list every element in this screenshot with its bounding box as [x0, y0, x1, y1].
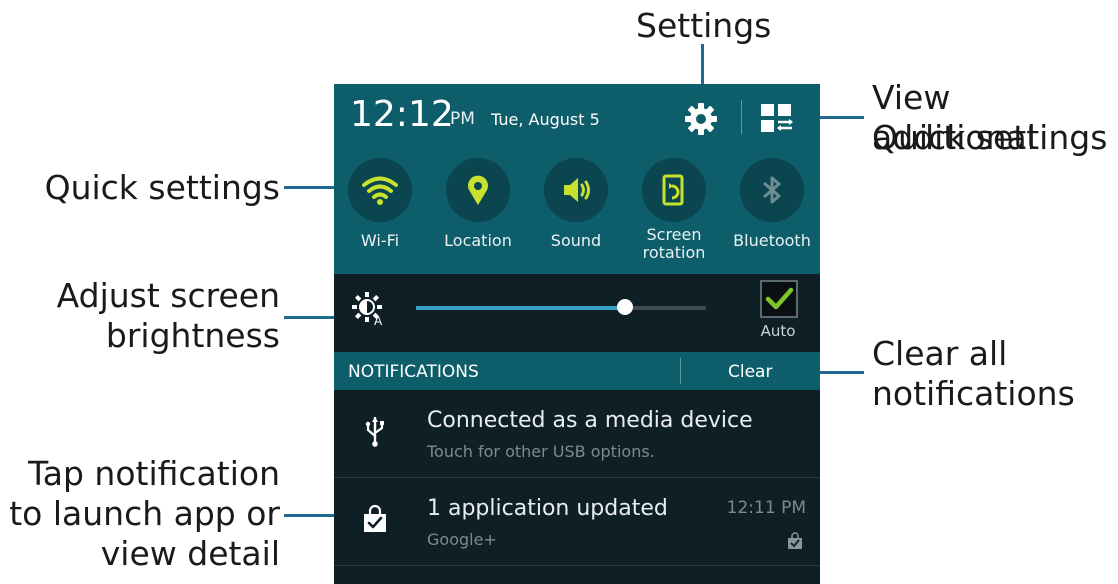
- quick-setting-label: Location: [444, 231, 512, 250]
- quick-setting-screen-rotation[interactable]: Screen rotation: [628, 152, 720, 262]
- shopping-bag-small-icon: [788, 532, 802, 549]
- gear-icon[interactable]: [684, 102, 718, 136]
- shopping-bag-check-icon: [364, 504, 386, 532]
- notification-subtitle: Touch for other USB options.: [427, 442, 655, 461]
- quick-setting-label-line2: rotation: [642, 243, 706, 262]
- status-bar: 12:12 PM Tue, August 5: [334, 84, 820, 148]
- callout-adjust-brightness-line2: brightness: [105, 316, 280, 355]
- wifi-icon: [348, 158, 412, 222]
- callout-tap-notification-line1: Tap notification: [28, 454, 280, 493]
- brightness-row: A Auto: [334, 274, 820, 352]
- notification-item-app-updated[interactable]: 1 application updated Google+ 12:11 PM: [334, 478, 820, 566]
- callout-tap-notification-line2: to launch app or: [9, 494, 280, 533]
- usb-icon: [365, 417, 384, 447]
- quick-settings-row: Wi-Fi Location Sound Screen rotation Blu…: [334, 148, 820, 274]
- auto-brightness-label: Auto: [760, 322, 796, 340]
- brightness-slider[interactable]: [416, 299, 706, 315]
- callout-clear-all-line2: notifications: [872, 374, 1075, 413]
- grid-edit-icon[interactable]: [759, 101, 795, 135]
- bluetooth-icon: [740, 158, 804, 222]
- callout-settings: Settings: [636, 6, 772, 45]
- quick-setting-sound[interactable]: Sound: [530, 158, 622, 250]
- clock-date: Tue, August 5: [491, 110, 600, 129]
- quick-setting-location[interactable]: Location: [432, 158, 524, 250]
- auto-brightness-checkbox[interactable]: [760, 280, 798, 318]
- notifications-header: NOTIFICATIONS Clear: [334, 352, 820, 390]
- quick-setting-label: Sound: [550, 231, 602, 250]
- callout-adjust-brightness-line1: Adjust screen: [56, 276, 280, 315]
- clear-notifications-button[interactable]: Clear: [728, 362, 772, 382]
- callout-quick-settings: Quick settings: [44, 168, 280, 207]
- callout-clear-all-line1: Clear all: [872, 334, 1008, 373]
- notification-title: Connected as a media device: [427, 408, 753, 433]
- checkmark-icon: [765, 287, 794, 310]
- status-divider: [741, 100, 742, 134]
- brightness-slider-thumb[interactable]: [616, 299, 633, 315]
- quick-setting-label: Screen: [646, 225, 702, 244]
- brightness-auto-icon: A: [352, 292, 383, 326]
- clock-ampm: PM: [450, 109, 475, 129]
- location-pin-icon: [446, 158, 510, 222]
- notification-panel: 12:12 PM Tue, August 5 Wi-Fi Location So…: [334, 84, 820, 584]
- sound-icon: [544, 158, 608, 222]
- brightness-slider-fill: [416, 306, 625, 310]
- notification-subtitle: Google+: [427, 530, 497, 549]
- callout-view-additional-line2: Quick settings: [872, 118, 1108, 157]
- svg-text:A: A: [374, 314, 383, 326]
- quick-setting-label: Wi-Fi: [360, 231, 400, 250]
- quick-setting-wifi[interactable]: Wi-Fi: [334, 158, 426, 250]
- clock-time: 12:12: [350, 94, 454, 135]
- screen-rotation-icon: [642, 158, 706, 222]
- quick-setting-label: Bluetooth: [733, 231, 811, 250]
- notification-title: 1 application updated: [427, 496, 668, 521]
- notifications-header-divider: [680, 358, 681, 384]
- notification-time: 12:11 PM: [726, 498, 806, 518]
- quick-setting-bluetooth[interactable]: Bluetooth: [726, 158, 818, 250]
- notification-item-usb[interactable]: Connected as a media device Touch for ot…: [334, 390, 820, 478]
- notification-separator: [334, 565, 820, 566]
- callout-tap-notification-line3: view detail: [100, 534, 280, 573]
- notifications-title: NOTIFICATIONS: [348, 362, 479, 382]
